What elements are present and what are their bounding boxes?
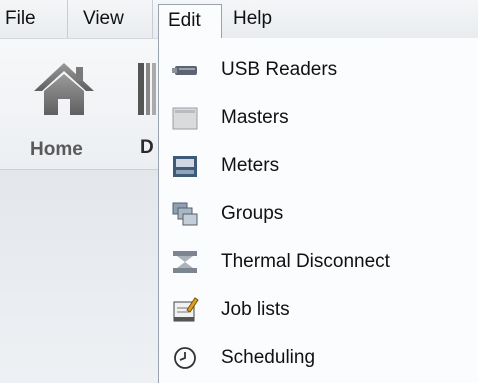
usb-reader-icon — [172, 66, 197, 75]
menu-item-meters[interactable]: Meters — [159, 142, 477, 190]
menu-item-label: Meters — [221, 155, 280, 176]
clock-icon — [174, 347, 196, 369]
ribbon-partial-label: D — [140, 137, 154, 158]
menu-edit[interactable]: Edit — [158, 4, 222, 38]
menu-item-scheduling[interactable]: Scheduling — [159, 334, 477, 382]
menu-item-label: Masters — [221, 107, 289, 128]
menu-item-job-lists[interactable]: Job lists — [159, 286, 477, 334]
menu-item-label: Groups — [221, 203, 284, 224]
meters-icon — [173, 156, 197, 177]
home-icon — [34, 63, 94, 115]
application-window: File View Edit Help Home D USB Readers M… — [0, 0, 478, 383]
home-label: Home — [30, 139, 83, 160]
menu-help[interactable]: Help — [228, 0, 308, 38]
menu-bar: File View Edit Help — [0, 0, 478, 39]
menu-item-label: Job lists — [221, 299, 290, 320]
edit-dropdown-menu: USB Readers Masters Meters Groups Therma… — [158, 38, 478, 383]
menu-item-thermal-disconnect[interactable]: Thermal Disconnect — [159, 238, 477, 286]
menu-view[interactable]: View — [73, 0, 153, 38]
menu-item-usb-readers[interactable]: USB Readers — [159, 46, 477, 94]
menu-item-label: Scheduling — [221, 347, 316, 368]
menu-item-groups[interactable]: Groups — [159, 190, 477, 238]
menu-item-label: Thermal Disconnect — [221, 251, 390, 272]
menu-file[interactable]: File — [0, 0, 68, 38]
job-lists-icon — [173, 297, 199, 322]
menu-item-label: USB Readers — [221, 59, 338, 80]
menu-item-masters[interactable]: Masters — [159, 94, 477, 142]
masters-icon — [172, 107, 198, 130]
home-button[interactable]: Home — [18, 61, 108, 161]
device-icon — [138, 63, 156, 115]
groups-icon — [172, 202, 198, 226]
thermal-disconnect-icon — [173, 251, 197, 273]
